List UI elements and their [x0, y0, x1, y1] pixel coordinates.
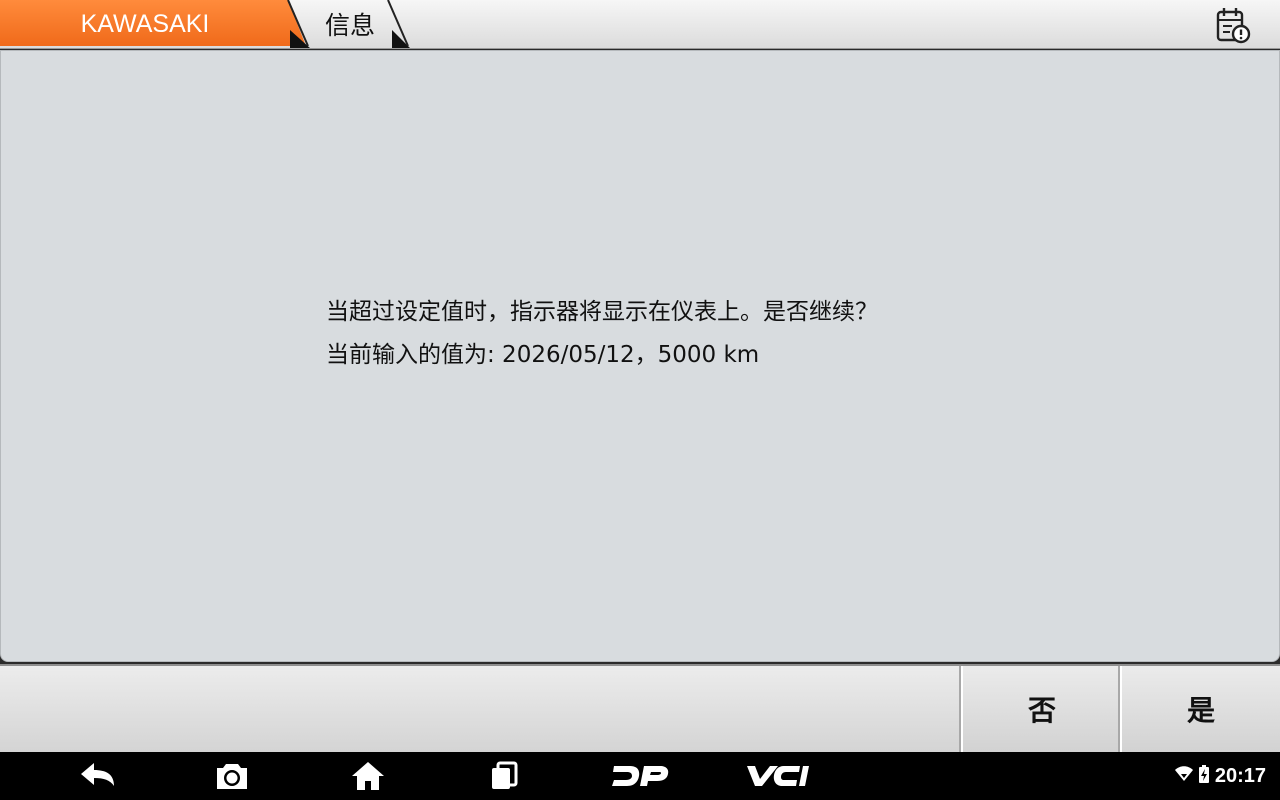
- action-bar: 否 是: [0, 664, 1280, 752]
- status-clock: 20:17: [1214, 764, 1266, 787]
- camera-icon[interactable]: [208, 752, 256, 800]
- breadcrumb-section[interactable]: 信息: [300, 0, 400, 48]
- message-line-2: 当前输入的值为: 2026/05/12，5000 km: [326, 342, 760, 368]
- wifi-icon: [1174, 766, 1193, 786]
- action-bar-spacer: [0, 666, 960, 752]
- home-icon[interactable]: [344, 752, 392, 800]
- battery-charging-icon: [1198, 765, 1209, 787]
- message-panel: 当超过设定值时，指示器将显示在仪表上。是否继续？ 当前输入的值为: 2026/0…: [0, 50, 1280, 662]
- message-text: 当超过设定值时，指示器将显示在仪表上。是否继续？ 当前输入的值为: 2026/0…: [326, 291, 1086, 377]
- message-line-1: 当超过设定值时，指示器将显示在仪表上。是否继续？: [326, 299, 878, 325]
- no-button[interactable]: 否: [959, 666, 1121, 752]
- back-icon[interactable]: [72, 752, 124, 800]
- system-nav-bar: 20:17: [0, 752, 1280, 800]
- yes-button[interactable]: 是: [1118, 666, 1280, 752]
- dp-logo-icon[interactable]: [606, 752, 674, 800]
- breadcrumb-brand[interactable]: KAWASAKI: [0, 0, 300, 48]
- status-area: 20:17: [1174, 752, 1266, 800]
- report-calendar-icon[interactable]: [1212, 5, 1252, 45]
- recent-apps-icon[interactable]: [480, 752, 528, 800]
- vci-logo-icon[interactable]: [740, 752, 814, 800]
- top-header: KAWASAKI 信息: [0, 0, 1280, 49]
